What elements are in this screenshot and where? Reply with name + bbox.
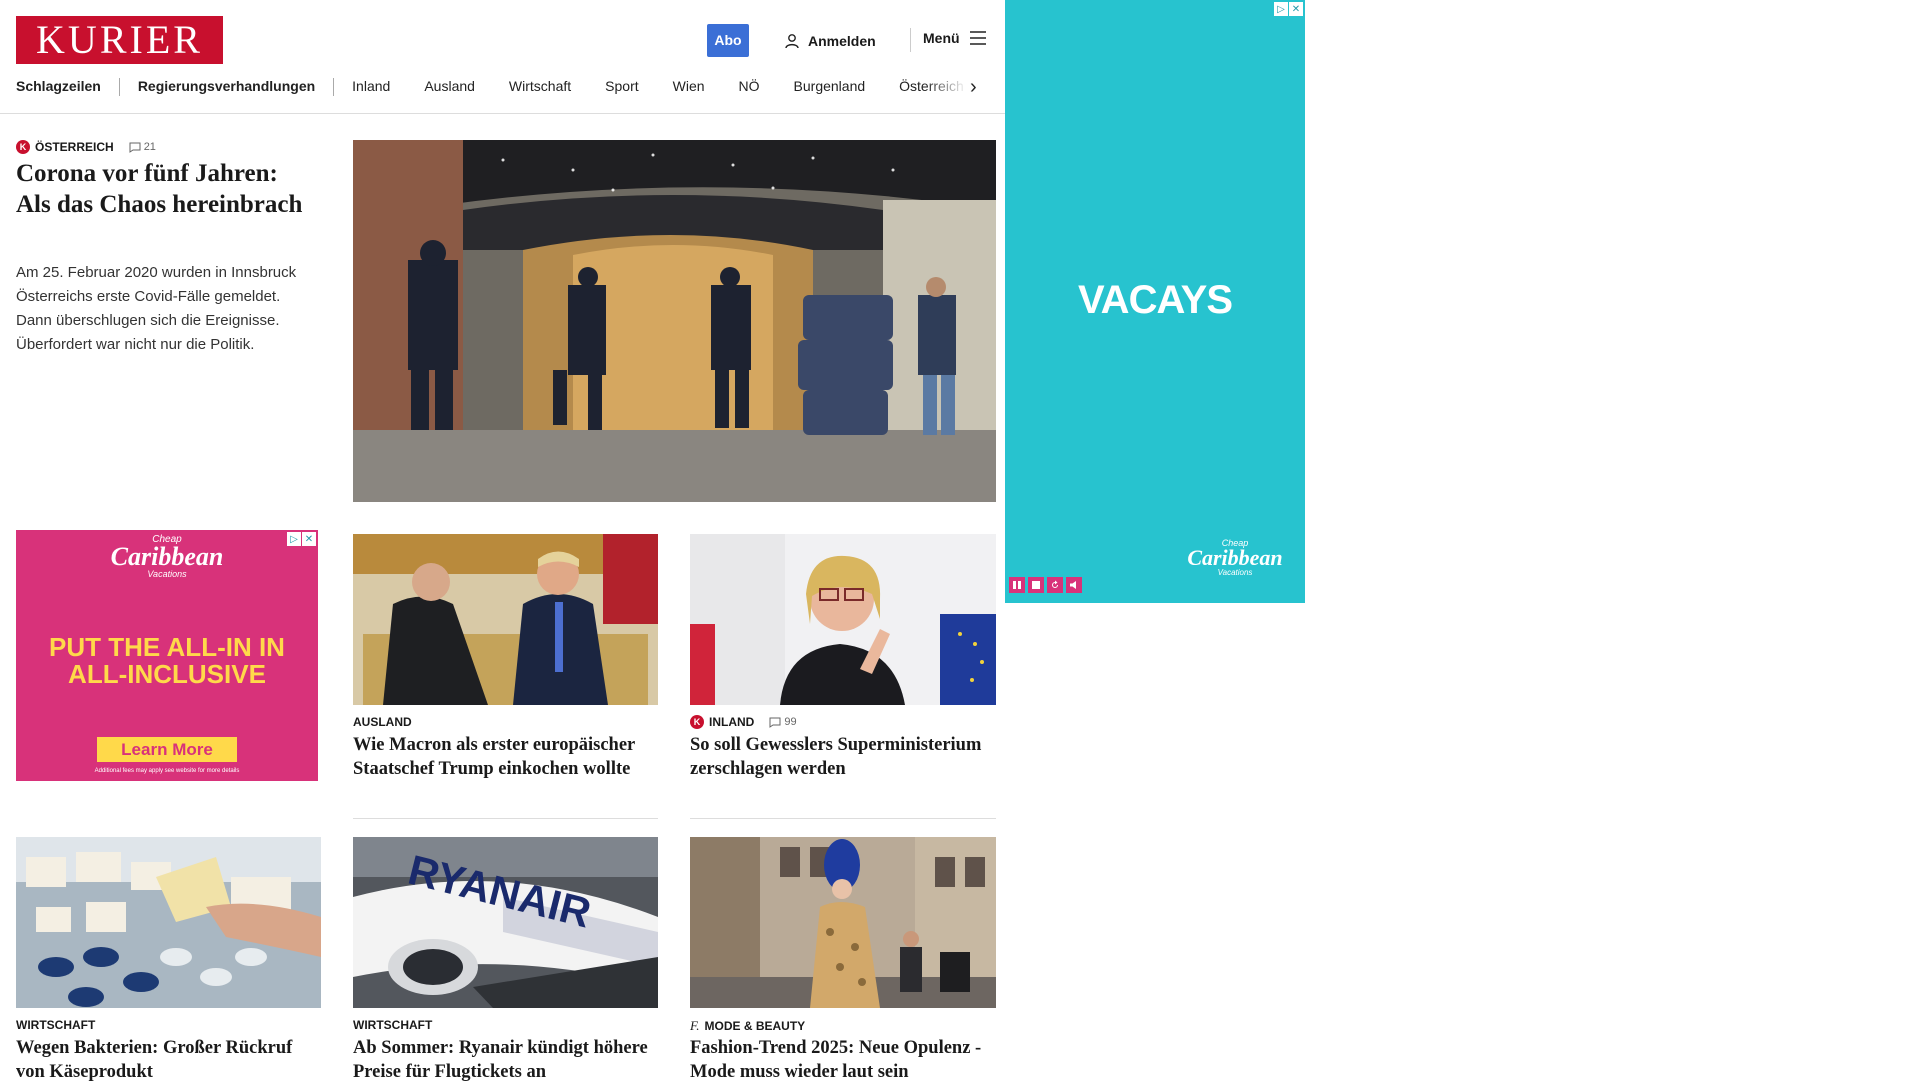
card-headline[interactable]: Ab Sommer: Ryanair kündigt höhere Preise… bbox=[353, 1036, 655, 1084]
card-headline[interactable]: Wegen Bakterien: Großer Rückruf von Käse… bbox=[16, 1036, 318, 1084]
card-rule bbox=[690, 818, 996, 819]
nav-item-wirtschaft[interactable]: Wirtschaft bbox=[509, 78, 571, 94]
card-photo-ryanair[interactable]: RYANAIR bbox=[353, 837, 658, 1008]
nav-item-sport[interactable]: Sport bbox=[605, 78, 638, 94]
lead-photo[interactable] bbox=[353, 140, 996, 502]
header-divider bbox=[910, 28, 911, 52]
card-headline[interactable]: Fashion-Trend 2025: Neue Opulenz - Mode … bbox=[690, 1036, 992, 1084]
nav-divider bbox=[333, 78, 335, 97]
card-photo-fashion[interactable] bbox=[690, 837, 996, 1008]
mode-beauty-icon: f. bbox=[690, 1018, 700, 1033]
card-headline[interactable]: So soll Gewesslers Superministerium zers… bbox=[690, 733, 992, 781]
nav-item-wien[interactable]: Wien bbox=[673, 78, 705, 94]
mute-icon[interactable] bbox=[1066, 577, 1082, 593]
section-nav: Schlagzeilen Regierungsverhandlungen Inlan… bbox=[16, 78, 981, 100]
header-rule bbox=[0, 113, 1006, 114]
ad-vacays-sidebar[interactable]: ▷ ✕ VACAYS Cheap Caribbean Vacations bbox=[1005, 0, 1305, 603]
hamburger-icon bbox=[969, 31, 986, 45]
ad-brand: Caribbean bbox=[1187, 545, 1283, 570]
menu-label: Menü bbox=[923, 30, 960, 46]
card-comment-count: 99 bbox=[784, 716, 797, 728]
adchoices-icon[interactable]: ▷ bbox=[1274, 2, 1288, 16]
ad-fine-print: Additional fees may apply see website fo… bbox=[94, 768, 240, 774]
abo-button[interactable]: Abo bbox=[707, 24, 749, 57]
card-photo-gewessler[interactable] bbox=[690, 534, 996, 705]
card-kicker-label: WIRTSCHAFT bbox=[353, 1018, 433, 1032]
lead-teaser: Am 25. Februar 2020 wurden in Innsbruck … bbox=[16, 264, 297, 353]
nav-item-inland[interactable]: Inland bbox=[352, 78, 390, 94]
card-photo-macron-trump[interactable] bbox=[353, 534, 658, 705]
lead-comment-count: 21 bbox=[143, 141, 156, 153]
menu-button[interactable]: Menü bbox=[923, 30, 986, 46]
card-kicker-label: AUSLAND bbox=[353, 715, 412, 729]
lead-comments[interactable]: 21 bbox=[129, 141, 156, 153]
lead-kicker-label: ÖSTERREICH bbox=[35, 140, 114, 154]
nav-scroll-right-icon[interactable]: › bbox=[970, 76, 977, 99]
ad-vacays-text: VACAYS bbox=[1077, 278, 1233, 322]
card-kicker[interactable]: f. MODE & BEAUTY bbox=[690, 1018, 805, 1034]
ad-learn-more-button[interactable]: Learn More bbox=[97, 737, 237, 762]
card-rule bbox=[353, 818, 658, 819]
login-button[interactable]: Anmelden bbox=[784, 30, 876, 52]
nav-item-ausland[interactable]: Ausland bbox=[424, 78, 475, 94]
nav-item-schlagzeilen[interactable]: Schlagzeilen bbox=[16, 78, 101, 94]
card-kicker[interactable]: AUSLAND bbox=[353, 715, 412, 729]
lead-headline[interactable]: Corona vor fünf Jahren: Als das Chaos he… bbox=[16, 158, 316, 220]
nav-item-burgenland[interactable]: Burgenland bbox=[794, 78, 866, 94]
card-kicker-label: MODE & BEAUTY bbox=[704, 1019, 806, 1033]
kurier-logo[interactable]: KURIER bbox=[16, 16, 223, 64]
page: KURIER Abo Anmelden Menü Schlagzeilen Reg… bbox=[0, 0, 1006, 1082]
ad-video-controls bbox=[1009, 577, 1082, 593]
pause-icon[interactable] bbox=[1009, 577, 1025, 593]
card-headline[interactable]: Wie Macron als erster europäischer Staat… bbox=[353, 733, 655, 781]
ad-brand-sub: Vacations bbox=[147, 569, 187, 579]
replay-icon[interactable] bbox=[1047, 577, 1063, 593]
kurier-plus-icon: K bbox=[690, 715, 704, 729]
card-kicker[interactable]: K INLAND 99 bbox=[690, 715, 797, 729]
ad-close-icon[interactable]: ✕ bbox=[1289, 2, 1303, 16]
comment-icon bbox=[769, 717, 781, 728]
lead-kicker[interactable]: K ÖSTERREICH 21 bbox=[16, 140, 156, 154]
ad-caribbean-inline[interactable]: ▷ ✕ Cheap Caribbean Vacations PUT THE ALL… bbox=[16, 530, 318, 781]
card-photo-cheese[interactable] bbox=[16, 837, 321, 1008]
ad-brand: Caribbean bbox=[110, 542, 224, 571]
ad-headline: PUT THE ALL-IN IN ALL-INCLUSIVE bbox=[49, 632, 285, 689]
card-kicker-label: INLAND bbox=[709, 715, 755, 729]
comment-icon bbox=[129, 142, 141, 153]
user-icon bbox=[785, 34, 799, 49]
card-kicker-label: WIRTSCHAFT bbox=[16, 1018, 96, 1032]
card-comments[interactable]: 99 bbox=[769, 716, 797, 728]
login-label: Anmelden bbox=[808, 33, 876, 49]
card-kicker[interactable]: WIRTSCHAFT bbox=[16, 1018, 95, 1032]
stop-icon[interactable] bbox=[1028, 577, 1044, 593]
nav-divider bbox=[118, 78, 120, 97]
nav-item-noe[interactable]: NÖ bbox=[739, 78, 760, 94]
nav-item-regierungsverhandlungen[interactable]: Regierungsverhandlungen bbox=[138, 78, 315, 94]
ad-badge[interactable]: ▷ ✕ bbox=[1274, 2, 1303, 16]
kurier-plus-icon: K bbox=[16, 140, 30, 154]
card-kicker[interactable]: WIRTSCHAFT bbox=[353, 1018, 432, 1032]
